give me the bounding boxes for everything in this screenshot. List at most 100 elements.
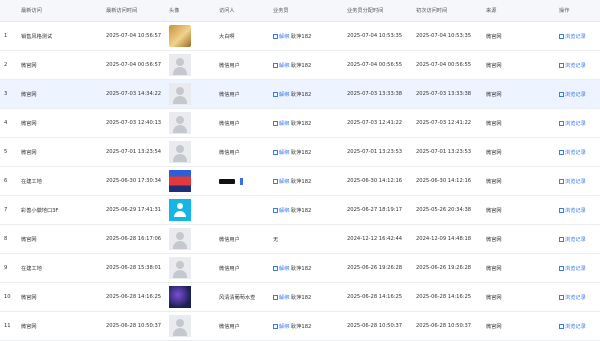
unbind-button[interactable]: 解绑 [273, 149, 289, 156]
assign-time-text: 2025-06-27 18:19:17 [347, 207, 403, 213]
salesman-name: 耿萍182 [291, 149, 312, 156]
unbind-label: 解绑 [279, 178, 290, 185]
source: 微官网 [486, 79, 559, 109]
row-index: 6 [0, 166, 21, 196]
assign-time-text: 2025-06-26 19:26:28 [347, 265, 403, 271]
view-history-button[interactable]: 浏览记录 [559, 236, 586, 243]
latest-visit-time: 2025-06-30 17:30:34 [106, 166, 169, 196]
assign-time: 2025-07-01 13:23:53 [347, 137, 416, 167]
actions-cell: 浏览记录 [559, 282, 600, 312]
actions-cell: 浏览记录 [559, 166, 600, 196]
row-index-text: 6 [4, 178, 8, 184]
latest-visit-time-text: 2025-06-30 17:30:34 [106, 178, 162, 184]
avatar [169, 141, 191, 163]
view-history-button[interactable]: 浏览记录 [559, 120, 586, 127]
visitor-name: 微信用户 [219, 50, 273, 80]
view-history-label: 浏览记录 [565, 149, 586, 156]
view-history-button[interactable]: 浏览记录 [559, 149, 586, 156]
row-index: 7 [0, 195, 21, 225]
salesman-cell: 解绑 耿萍182 [273, 79, 347, 109]
latest-visit: 微官网 [21, 224, 106, 254]
salesman-cell: 解绑 耿萍182 [273, 282, 347, 312]
visitor-name: 大白啊 [219, 21, 273, 51]
salesman-cell: 解绑 耿萍182 [273, 195, 347, 225]
unbind-icon [273, 120, 278, 126]
view-history-button[interactable]: 浏览记录 [559, 323, 586, 330]
table-row[interactable]: 4 微官网 2025-07-03 12:40:13 微信用户 解绑 耿萍182 2025-… [0, 108, 600, 138]
first-visit-time-text: 2025-07-04 10:53:35 [416, 33, 472, 39]
salesman-name: 耿萍182 [291, 120, 312, 127]
header-first-visit: 初次访问时间 [416, 0, 486, 22]
actions-cell: 浏览记录 [559, 79, 600, 109]
avatar [169, 228, 191, 250]
table-row[interactable]: 6 在建工地 2025-06-30 17:30:34 解绑 耿萍182 2025-06-… [0, 166, 600, 196]
table-row[interactable]: 5 微官网 2025-07-01 13:23:54 微信用户 解绑 耿萍182 2025-… [0, 137, 600, 167]
avatar-cell [169, 253, 219, 283]
unbind-button[interactable]: 解绑 [273, 265, 289, 272]
header-source: 来源 [486, 0, 559, 22]
latest-visit-text: 彩善小徽地口3F [21, 207, 59, 214]
unbind-icon [273, 294, 278, 300]
row-index-text: 7 [4, 207, 8, 213]
unbind-button[interactable]: 解绑 [273, 178, 290, 185]
source: 微官网 [486, 311, 559, 341]
view-history-button[interactable]: 浏览记录 [559, 62, 586, 69]
latest-visit: 销售风格测试 [21, 21, 106, 51]
table-row[interactable]: 3 微官网 2025-07-03 14:34:22 微信用户 解绑 耿萍182 2025-… [0, 79, 600, 109]
first-visit-time-text: 2024-12-09 14:48:18 [416, 236, 472, 242]
actions-cell: 浏览记录 [559, 137, 600, 167]
latest-visit-text: 微官网 [21, 323, 37, 330]
view-history-button[interactable]: 浏览记录 [559, 33, 586, 40]
latest-visit-text: 在建工地 [21, 265, 42, 272]
source-text: 微官网 [486, 178, 502, 185]
latest-visit-time-text: 2025-06-28 14:16:25 [106, 294, 162, 300]
first-visit-time-text: 2025-07-03 13:33:38 [416, 91, 472, 97]
view-history-button[interactable]: 浏览记录 [559, 207, 586, 214]
table-row[interactable]: 10 微官网 2025-06-28 14:16:25 风清清葡萄水查 解绑 耿萍182 2… [0, 282, 600, 312]
header-index [0, 0, 21, 22]
table-row[interactable]: 1 销售风格测试 2025-07-04 10:56:57 大白啊 解绑 耿萍182 202… [0, 21, 600, 51]
first-visit-time: 2025-07-01 13:23:53 [416, 137, 486, 167]
row-index-text: 2 [4, 62, 8, 68]
actions-cell: 浏览记录 [559, 224, 600, 254]
table-row[interactable]: 11 微官网 2025-06-28 10:50:37 微信用户 解绑 耿萍182 2025… [0, 311, 600, 341]
avatar [169, 199, 191, 221]
unbind-label: 解绑 [279, 33, 290, 40]
view-history-label: 浏览记录 [565, 178, 586, 185]
unbind-button[interactable]: 解绑 [273, 207, 289, 214]
assign-time: 2025-06-30 14:12:16 [347, 166, 416, 196]
visitor-name-text: 微信用户 [219, 236, 240, 243]
row-index-text: 8 [4, 236, 8, 242]
assign-time: 2025-07-03 13:33:38 [347, 79, 416, 109]
assign-time-text: 2025-06-28 10:50:37 [347, 323, 403, 329]
view-history-button[interactable]: 浏览记录 [559, 294, 586, 301]
table-row[interactable]: 2 微官网 2025-07-04 00:56:57 微信用户 解绑 耿萍182 2025-… [0, 50, 600, 80]
latest-visit-time-text: 2025-07-04 00:56:57 [106, 62, 162, 68]
view-history-button[interactable]: 浏览记录 [559, 91, 586, 98]
table-row[interactable]: 9 在建工地 2025-06-28 15:38:01 微信用户 解绑 耿萍182 2025… [0, 253, 600, 283]
table-row[interactable]: 7 彩善小徽地口3F 2025-06-29 17:41:31 解绑 耿萍182 2025… [0, 195, 600, 225]
unbind-button[interactable]: 解绑 [273, 62, 289, 69]
salesman-name: 耿萍182 [291, 91, 312, 98]
unbind-button[interactable]: 解绑 [273, 33, 290, 40]
assign-time-text: 2025-07-04 10:53:35 [347, 33, 403, 39]
first-visit-time: 2025-06-28 10:50:37 [416, 311, 486, 341]
row-index-text: 3 [4, 91, 8, 97]
row-index-text: 11 [4, 323, 11, 329]
view-history-button[interactable]: 浏览记录 [559, 178, 586, 185]
list-icon [559, 33, 564, 39]
table-row[interactable]: 8 微官网 2025-06-28 16:17:06 微信用户 无 2024-12-12 1… [0, 224, 600, 254]
unbind-button[interactable]: 解绑 [273, 120, 289, 127]
unbind-icon [273, 207, 278, 213]
view-history-button[interactable]: 浏览记录 [559, 265, 586, 272]
row-index: 11 [0, 311, 21, 341]
unbind-button[interactable]: 解绑 [273, 91, 289, 98]
assign-time-text: 2025-06-28 14:16:25 [347, 294, 403, 300]
latest-visit-time: 2025-06-28 16:17:06 [106, 224, 169, 254]
unbind-button[interactable]: 解绑 [273, 323, 289, 330]
view-history-label: 浏览记录 [565, 62, 586, 69]
header-avatar: 头像 [169, 0, 219, 22]
unbind-button[interactable]: 解绑 [273, 294, 289, 301]
latest-visit: 微官网 [21, 282, 106, 312]
first-visit-time-text: 2025-07-04 00:56:55 [416, 62, 472, 68]
